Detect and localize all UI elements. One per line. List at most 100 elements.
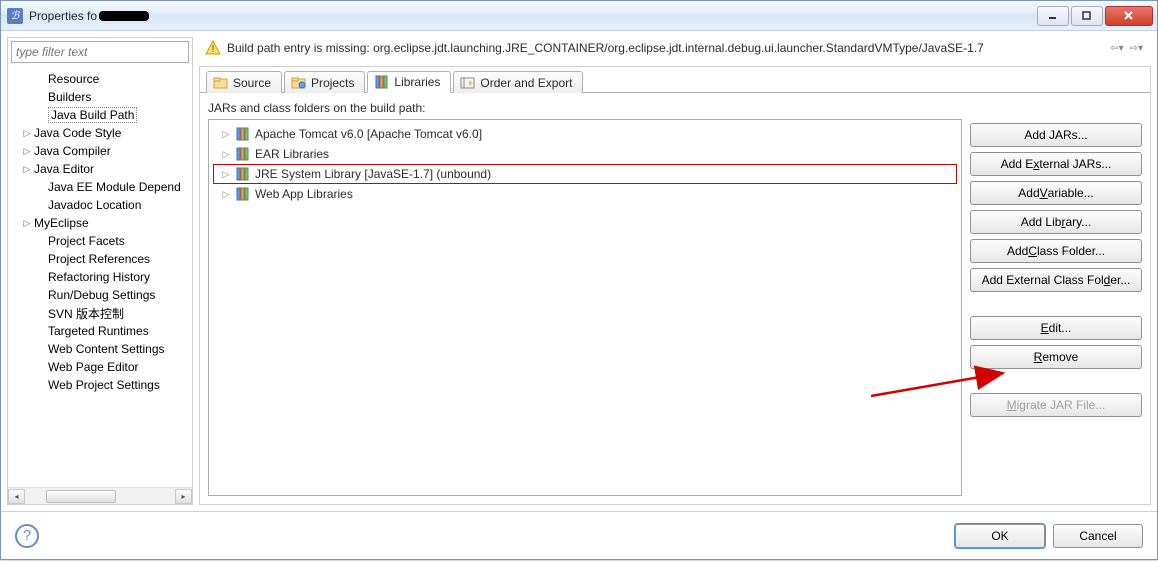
sidebar-item[interactable]: Web Content Settings xyxy=(8,340,192,358)
sidebar-item[interactable]: Project References xyxy=(8,250,192,268)
sidebar-item[interactable]: ▷Java Editor xyxy=(8,160,192,178)
scroll-track[interactable] xyxy=(25,488,175,504)
folder-java-icon xyxy=(213,75,229,91)
expander-icon[interactable]: ▷ xyxy=(22,146,32,156)
sidebar-item[interactable]: Refactoring History xyxy=(8,268,192,286)
sidebar-item[interactable]: Run/Debug Settings xyxy=(8,286,192,304)
sidebar-item-label: Run/Debug Settings xyxy=(48,288,155,302)
library-set-icon xyxy=(235,126,251,142)
close-icon xyxy=(1123,10,1135,22)
folder-project-icon xyxy=(291,75,307,91)
library-icon xyxy=(374,74,390,90)
tab-label: Order and Export xyxy=(480,76,572,90)
library-item[interactable]: ▷ EAR Libraries xyxy=(213,144,957,164)
expander-icon[interactable] xyxy=(36,362,46,372)
library-item[interactable]: ▷ Web App Libraries xyxy=(213,184,957,204)
expander-icon[interactable]: ▷ xyxy=(221,149,231,160)
sidebar-item-label: Targeted Runtimes xyxy=(48,324,149,338)
sidebar-item[interactable]: Builders xyxy=(8,88,192,106)
scroll-right-icon[interactable]: ▸ xyxy=(175,489,192,504)
window-title-prefix: Properties fo xyxy=(29,9,97,23)
expander-icon[interactable] xyxy=(36,110,46,120)
cancel-button[interactable]: Cancel xyxy=(1053,524,1143,548)
tab-projects[interactable]: Projects xyxy=(284,71,365,93)
expander-icon[interactable] xyxy=(36,236,46,246)
expander-icon[interactable] xyxy=(36,290,46,300)
scroll-left-icon[interactable]: ◂ xyxy=(8,489,25,504)
sidebar-item-label: Web Page Editor xyxy=(48,360,139,374)
sidebar-item-label: Javadoc Location xyxy=(48,198,141,212)
library-item[interactable]: ▷JRE System Library [JavaSE-1.7] (unboun… xyxy=(213,164,957,184)
tab-label: Source xyxy=(233,76,271,90)
expander-icon[interactable] xyxy=(36,92,46,102)
edit-button[interactable]: Edit... xyxy=(970,316,1142,340)
sidebar-item[interactable]: ▷MyEclipse xyxy=(8,214,192,232)
minimize-button[interactable] xyxy=(1037,6,1069,26)
sidebar-item[interactable]: Javadoc Location xyxy=(8,196,192,214)
sidebar-item[interactable]: Web Project Settings xyxy=(8,376,192,394)
sidebar-item-label: Web Content Settings xyxy=(48,342,165,356)
library-item-label: EAR Libraries xyxy=(255,147,329,161)
expander-icon[interactable] xyxy=(36,74,46,84)
tab-order-and-export[interactable]: Order and Export xyxy=(453,71,583,93)
remove-button[interactable]: Remove xyxy=(970,345,1142,369)
expander-icon[interactable] xyxy=(36,380,46,390)
maximize-button[interactable] xyxy=(1071,6,1103,26)
sidebar-item[interactable]: Resource xyxy=(8,70,192,88)
warning-text: Build path entry is missing: org.eclipse… xyxy=(227,41,984,55)
libraries-caption: JARs and class folders on the build path… xyxy=(208,101,962,115)
filter-input[interactable] xyxy=(11,41,189,63)
scroll-thumb[interactable] xyxy=(46,490,116,503)
nav-forward-icon[interactable]: ⇨▾ xyxy=(1128,43,1145,54)
expander-icon[interactable] xyxy=(36,254,46,264)
sidebar-item[interactable]: Targeted Runtimes xyxy=(8,322,192,340)
app-icon: ℬ xyxy=(7,8,23,24)
sidebar-item[interactable]: Java EE Module Depend xyxy=(8,178,192,196)
libraries-tree[interactable]: ▷Apache Tomcat v6.0 [Apache Tomcat v6.0]… xyxy=(208,119,962,496)
help-icon[interactable]: ? xyxy=(15,524,39,548)
close-button[interactable] xyxy=(1105,6,1153,26)
expander-icon[interactable]: ▷ xyxy=(22,164,32,174)
tab-source[interactable]: Source xyxy=(206,71,282,93)
sidebar-item[interactable]: SVN 版本控制 xyxy=(8,304,192,322)
sidebar-item[interactable]: Project Facets xyxy=(8,232,192,250)
add-library-button[interactable]: Add Library... xyxy=(970,210,1142,234)
expander-icon[interactable] xyxy=(36,308,46,318)
add-external-jars-button[interactable]: Add External JARs... xyxy=(970,152,1142,176)
sidebar-item[interactable]: ▷Java Code Style xyxy=(8,124,192,142)
sidebar-item-label: Project References xyxy=(48,252,150,266)
nav-back-icon[interactable]: ⇦▾ xyxy=(1108,43,1125,54)
sidebar-item-label: Java Build Path xyxy=(48,107,137,123)
sidebar-item-label: Resource xyxy=(48,72,99,86)
expander-icon[interactable] xyxy=(36,272,46,282)
tab-label: Projects xyxy=(311,76,354,90)
add-jars-button[interactable]: Add JARs... xyxy=(970,123,1142,147)
expander-icon[interactable] xyxy=(36,182,46,192)
sidebar-item-label: Java Code Style xyxy=(34,126,121,140)
sidebar-item[interactable]: Web Page Editor xyxy=(8,358,192,376)
maximize-icon xyxy=(1082,11,1092,21)
header-nav: ⇦▾ ⇨▾ xyxy=(1108,43,1145,54)
library-item[interactable]: ▷Apache Tomcat v6.0 [Apache Tomcat v6.0] xyxy=(213,124,957,144)
sidebar-item[interactable]: Java Build Path xyxy=(8,106,192,124)
expander-icon[interactable] xyxy=(36,344,46,354)
sidebar-item-label: SVN 版本控制 xyxy=(48,305,124,322)
expander-icon[interactable] xyxy=(36,200,46,210)
ok-button[interactable]: OK xyxy=(955,524,1045,548)
add-variable-button[interactable]: Add Variable... xyxy=(970,181,1142,205)
expander-icon[interactable]: ▷ xyxy=(22,218,32,228)
add-class-folder-button[interactable]: Add Class Folder... xyxy=(970,239,1142,263)
footer: ? OK Cancel xyxy=(1,511,1157,559)
add-external-class-folder-button[interactable]: Add External Class Folder... xyxy=(970,268,1142,292)
expander-icon[interactable]: ▷ xyxy=(221,169,231,180)
redacted-title xyxy=(99,11,149,21)
expander-icon[interactable]: ▷ xyxy=(221,189,231,200)
sidebar-h-scroll[interactable]: ◂ ▸ xyxy=(8,487,192,504)
sidebar-item[interactable]: ▷Java Compiler xyxy=(8,142,192,160)
expander-icon[interactable]: ▷ xyxy=(221,129,231,140)
tab-libraries[interactable]: Libraries xyxy=(367,71,451,93)
library-set-icon xyxy=(235,146,251,162)
expander-icon[interactable]: ▷ xyxy=(22,128,32,138)
library-item-label: Web App Libraries xyxy=(255,187,353,201)
expander-icon[interactable] xyxy=(36,326,46,336)
